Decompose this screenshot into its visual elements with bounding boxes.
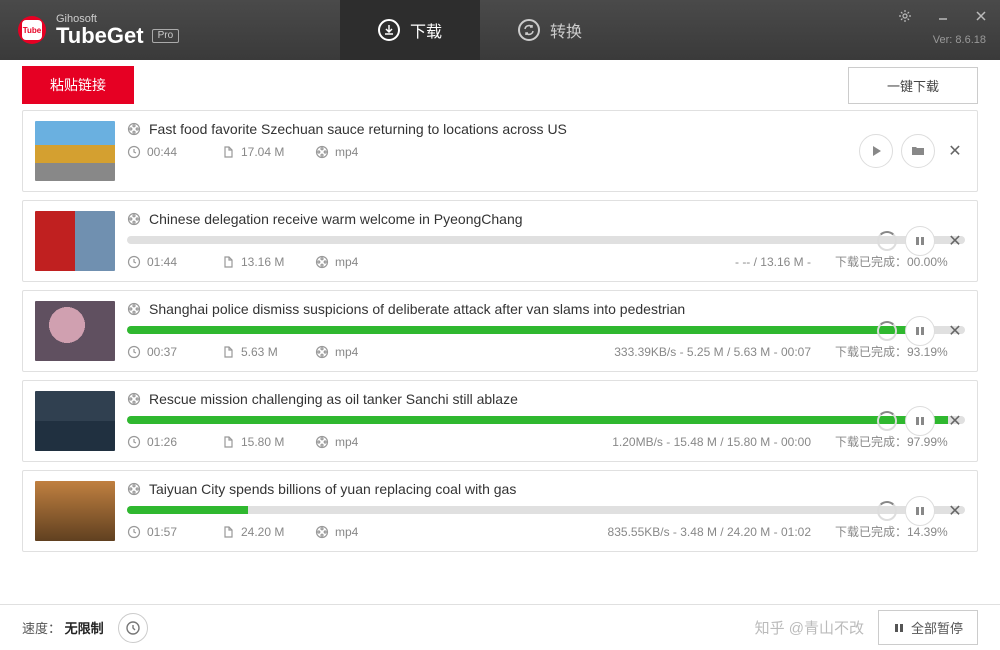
remove-button[interactable]: ✕: [943, 319, 967, 343]
progress-bar: [127, 506, 965, 514]
watermark: 知乎 @青山不改: [755, 617, 864, 638]
play-button[interactable]: [859, 134, 893, 168]
paste-link-button[interactable]: 粘贴链接: [22, 66, 134, 104]
app-logo-icon: Tube: [18, 16, 46, 44]
minimize-button[interactable]: [924, 0, 962, 32]
format: mp4: [315, 435, 385, 449]
download-icon: [378, 19, 400, 41]
remove-button[interactable]: ✕: [943, 499, 967, 523]
format: mp4: [315, 255, 385, 269]
progress-bar: [127, 416, 965, 424]
download-item[interactable]: Fast food favorite Szechuan sauce return…: [22, 110, 978, 192]
film-reel-icon: [127, 122, 141, 136]
product-title: TubeGet: [56, 25, 144, 47]
pause-button[interactable]: [905, 406, 935, 436]
duration: 00:44: [127, 145, 197, 159]
progress-fill: [127, 416, 948, 424]
version-label: Ver: 8.6.18: [933, 32, 1000, 46]
loading-spinner-icon: [877, 321, 897, 341]
thumbnail: [35, 121, 115, 181]
film-reel-icon: [127, 482, 141, 496]
video-title: Chinese delegation receive warm welcome …: [149, 211, 523, 227]
download-item[interactable]: Chinese delegation receive warm welcome …: [22, 200, 978, 282]
convert-icon: [518, 19, 540, 41]
download-info: - -- / 13.16 M -: [735, 255, 811, 269]
toolbar: 粘贴链接 一键下载: [0, 60, 1000, 110]
history-button[interactable]: [118, 613, 148, 643]
download-list[interactable]: Fast food favorite Szechuan sauce return…: [0, 110, 1000, 580]
filesize: 15.80 M: [221, 435, 291, 449]
speed-label-text: 速度：: [22, 621, 61, 636]
item-actions: ✕: [877, 406, 967, 436]
item-actions: ✕: [877, 226, 967, 256]
thumbnail: [35, 211, 115, 271]
video-title: Shanghai police dismiss suspicions of de…: [149, 301, 685, 317]
pause-all-button[interactable]: 全部暂停: [878, 610, 978, 645]
download-info: 835.55KB/s - 3.48 M / 24.20 M - 01:02: [608, 525, 811, 539]
tab-download-label: 下载: [410, 18, 442, 42]
speed-label: 速度： 无限制: [22, 618, 104, 637]
brand: Tube Gihosoft TubeGet Pro: [0, 14, 179, 47]
filesize: 17.04 M: [221, 145, 291, 159]
pause-all-label: 全部暂停: [911, 618, 963, 637]
duration: 01:44: [127, 255, 197, 269]
main-tabs: 下载 转换: [340, 0, 620, 60]
window-controls: [886, 0, 1000, 32]
format: mp4: [315, 345, 385, 359]
duration: 00:37: [127, 345, 197, 359]
tab-convert-label: 转换: [550, 18, 582, 42]
format: mp4: [315, 145, 385, 159]
item-actions: ✕: [877, 316, 967, 346]
filesize: 24.20 M: [221, 525, 291, 539]
open-folder-button[interactable]: [901, 134, 935, 168]
progress-fill: [127, 326, 908, 334]
download-item[interactable]: Rescue mission challenging as oil tanker…: [22, 380, 978, 462]
thumbnail: [35, 391, 115, 451]
download-item[interactable]: Shanghai police dismiss suspicions of de…: [22, 290, 978, 372]
video-title: Fast food favorite Szechuan sauce return…: [149, 121, 567, 137]
item-actions: ✕: [877, 496, 967, 526]
thumbnail: [35, 481, 115, 541]
progress-fill: [127, 506, 248, 514]
progress-bar: [127, 326, 965, 334]
download-item[interactable]: Taiyuan City spends billions of yuan rep…: [22, 470, 978, 552]
onekey-download-button[interactable]: 一键下载: [848, 67, 978, 104]
statusbar: 速度： 无限制 知乎 @青山不改 全部暂停: [0, 604, 1000, 650]
loading-spinner-icon: [877, 231, 897, 251]
edition-badge: Pro: [152, 29, 180, 43]
tab-convert[interactable]: 转换: [480, 0, 620, 60]
tab-download[interactable]: 下载: [340, 0, 480, 60]
film-reel-icon: [127, 392, 141, 406]
loading-spinner-icon: [877, 411, 897, 431]
video-title: Taiyuan City spends billions of yuan rep…: [149, 481, 516, 497]
film-reel-icon: [127, 212, 141, 226]
item-actions: ✕: [859, 134, 967, 168]
filesize: 5.63 M: [221, 345, 291, 359]
progress-bar: [127, 236, 965, 244]
remove-button[interactable]: ✕: [943, 229, 967, 253]
download-info: 333.39KB/s - 5.25 M / 5.63 M - 00:07: [614, 345, 811, 359]
pause-button[interactable]: [905, 316, 935, 346]
duration: 01:26: [127, 435, 197, 449]
video-title: Rescue mission challenging as oil tanker…: [149, 391, 518, 407]
thumbnail: [35, 301, 115, 361]
pause-button[interactable]: [905, 226, 935, 256]
format: mp4: [315, 525, 385, 539]
filesize: 13.16 M: [221, 255, 291, 269]
speed-value: 无限制: [65, 621, 104, 636]
duration: 01:57: [127, 525, 197, 539]
pause-button[interactable]: [905, 496, 935, 526]
settings-button[interactable]: [886, 0, 924, 32]
download-info: 1.20MB/s - 15.48 M / 15.80 M - 00:00: [612, 435, 811, 449]
close-button[interactable]: [962, 0, 1000, 32]
remove-button[interactable]: ✕: [943, 409, 967, 433]
product-name: TubeGet Pro: [56, 25, 179, 47]
pause-icon: [893, 622, 905, 634]
remove-button[interactable]: ✕: [943, 139, 967, 163]
titlebar: Tube Gihosoft TubeGet Pro 下载 转换 Ver: 8.6…: [0, 0, 1000, 60]
film-reel-icon: [127, 302, 141, 316]
loading-spinner-icon: [877, 501, 897, 521]
